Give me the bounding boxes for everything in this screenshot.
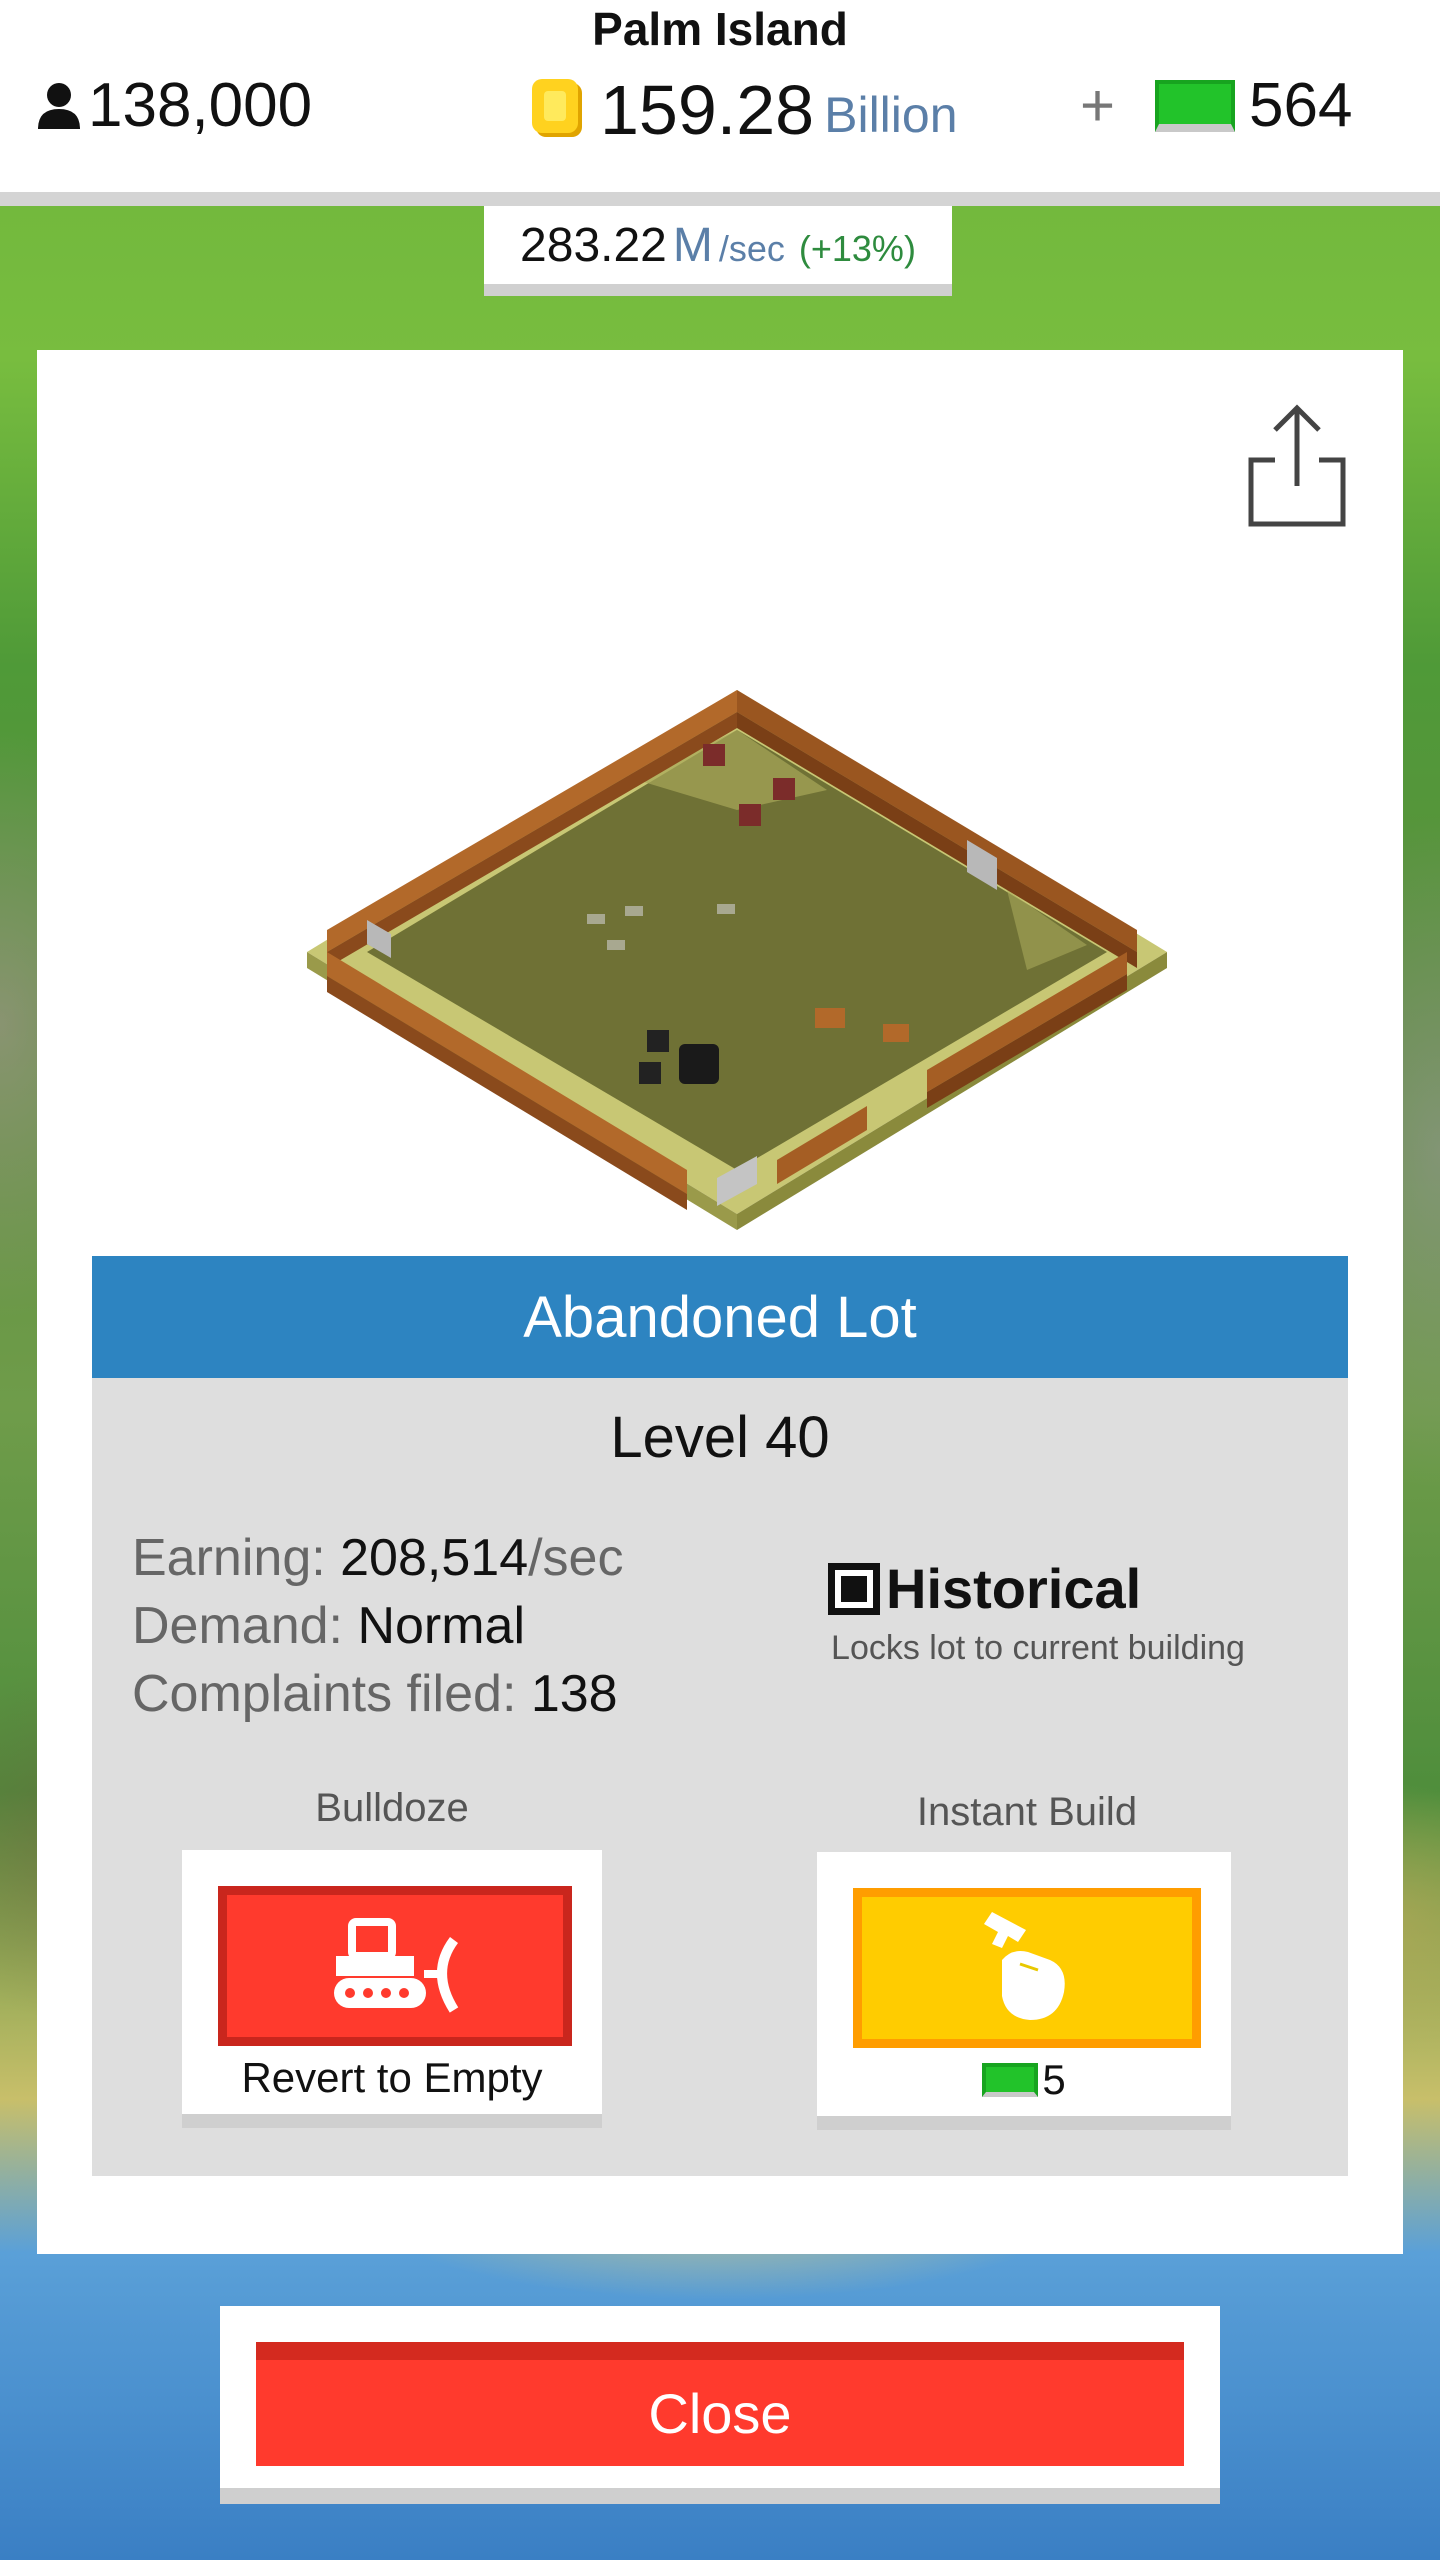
lot-detail-panel: Abandoned Lot Level 40 Earning: 208,514/… bbox=[37, 350, 1403, 2254]
rate-per: /sec bbox=[718, 228, 785, 269]
rate-unit: M bbox=[672, 218, 713, 272]
coin-counter: 159.28 Billion bbox=[526, 70, 958, 150]
close-button[interactable]: Close bbox=[256, 2342, 1184, 2466]
cash-icon bbox=[982, 2063, 1039, 2097]
cash-icon bbox=[1155, 79, 1236, 132]
bulldozer-icon bbox=[334, 1918, 459, 2013]
cash-counter[interactable]: + 564 bbox=[1080, 70, 1353, 141]
historical-checkbox[interactable] bbox=[828, 1562, 880, 1615]
instant-build-button[interactable]: 5 bbox=[817, 1852, 1231, 2130]
stat-complaints: Complaints filed: 138 bbox=[132, 1665, 618, 1723]
stat-demand: Demand: Normal bbox=[132, 1597, 526, 1655]
historical-toggle[interactable]: Historical bbox=[788, 1556, 1288, 1621]
instant-build-cost: 5 bbox=[817, 2056, 1231, 2104]
bulldoze-label: Bulldoze bbox=[315, 1786, 469, 1830]
coin-icon bbox=[532, 79, 582, 137]
historical-description: Locks lot to current building bbox=[831, 1629, 1245, 1667]
income-rate: 283.22 M /sec (+13%) bbox=[484, 206, 952, 296]
population-counter: 138,000 bbox=[36, 70, 312, 141]
lot-stats: Earning: 208,514/sec Demand: Normal Comp… bbox=[132, 1524, 623, 1728]
stat-earning: Earning: 208,514/sec bbox=[132, 1529, 624, 1587]
bulldoze-caption: Revert to Empty bbox=[241, 2054, 543, 2101]
lot-title: Abandoned Lot bbox=[92, 1256, 1348, 1378]
share-icon[interactable] bbox=[1245, 400, 1349, 530]
historical-option: Historical Locks lot to current building bbox=[788, 1556, 1288, 1668]
coin-value: 159.28 bbox=[600, 71, 815, 149]
island-name: Palm Island bbox=[592, 3, 848, 55]
coin-unit: Billion bbox=[824, 87, 958, 143]
lot-level: Level 40 bbox=[610, 1405, 830, 1470]
rate-change: (+13%) bbox=[798, 228, 916, 269]
top-hud: Palm Island 138,000 159.28 Billion + 564 bbox=[0, 0, 1440, 206]
bulldoze-button[interactable]: Revert to Empty bbox=[182, 1850, 602, 2128]
cash-value: 564 bbox=[1249, 71, 1353, 140]
close-button-frame: Close bbox=[220, 2306, 1220, 2504]
add-cash-button[interactable]: + bbox=[1080, 71, 1115, 140]
historical-label: Historical bbox=[886, 1557, 1142, 1620]
hammer-hand-icon bbox=[984, 1912, 1065, 2020]
lot-preview-image bbox=[307, 690, 1167, 1230]
population-value: 138,000 bbox=[88, 71, 313, 140]
person-icon bbox=[38, 82, 80, 129]
lot-info-card: Abandoned Lot Level 40 Earning: 208,514/… bbox=[92, 1256, 1348, 2176]
instant-build-label: Instant Build bbox=[916, 1790, 1138, 1834]
rate-value: 283.22 bbox=[520, 218, 667, 272]
